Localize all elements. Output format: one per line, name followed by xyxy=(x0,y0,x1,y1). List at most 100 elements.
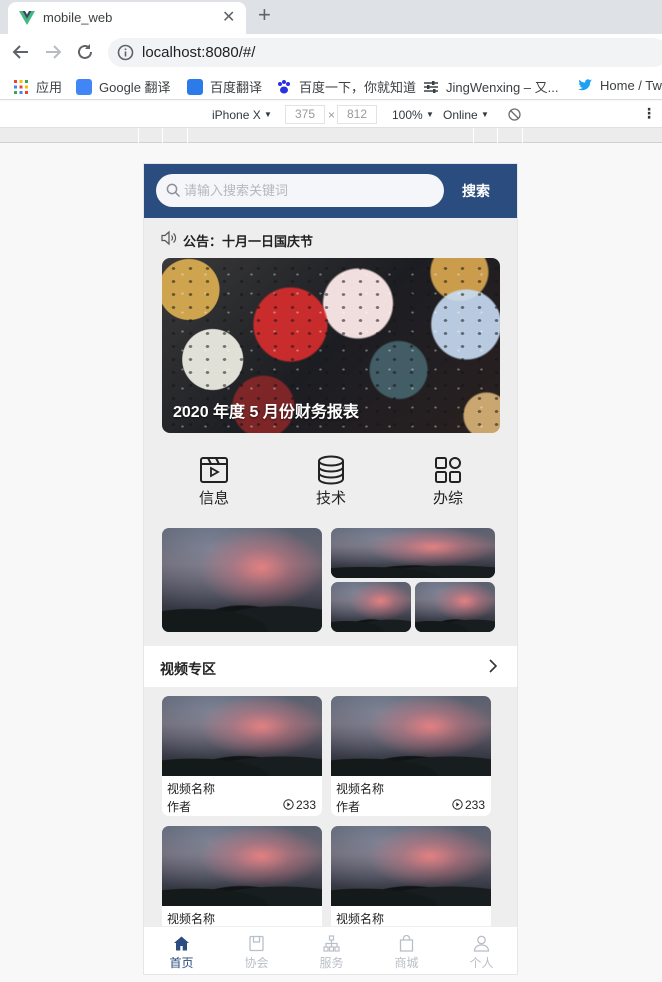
video-name: 视频名称 xyxy=(336,912,385,926)
device-name: iPhone X xyxy=(212,108,261,122)
play-count: 233 xyxy=(283,798,316,812)
tab-profile[interactable]: 个人 xyxy=(444,927,517,974)
search-box[interactable] xyxy=(156,174,444,207)
search-icon xyxy=(166,183,181,198)
category-info[interactable]: 信息 xyxy=(174,450,254,510)
category-office[interactable]: 办综 xyxy=(408,450,488,510)
rotate-icon[interactable] xyxy=(508,108,521,121)
tab-service[interactable]: 服务 xyxy=(294,927,369,974)
browser-toolbar: localhost:8080/#/ xyxy=(0,34,662,70)
tab-label: 协会 xyxy=(244,956,269,970)
tab-mall[interactable]: 商城 xyxy=(369,927,444,974)
video-name: 视频名称 xyxy=(167,782,216,796)
grid-image-wide[interactable] xyxy=(331,528,495,578)
apps-grid-icon xyxy=(14,80,28,94)
close-tab-icon[interactable]: ✕ xyxy=(222,7,235,27)
app-header: 搜索 xyxy=(144,164,517,218)
reload-icon[interactable] xyxy=(74,41,96,63)
baidu-paw-icon xyxy=(278,80,290,94)
video-author: 作者 xyxy=(336,800,361,814)
bookmark-label: 百度一下，你就知道 xyxy=(299,80,417,95)
play-circle-icon xyxy=(452,799,463,810)
video-thumbnail xyxy=(162,826,322,906)
width-input[interactable]: 375 xyxy=(285,105,325,124)
forward-arrow-icon[interactable] xyxy=(42,41,64,63)
bookmark-baidu[interactable]: 百度一下，你就知道 xyxy=(276,77,416,96)
tab-label: 服务 xyxy=(319,956,344,970)
zoom-value: 100% xyxy=(392,108,423,122)
network-select[interactable]: Online ▼ xyxy=(443,108,489,122)
new-tab-icon[interactable]: + xyxy=(258,2,271,28)
video-card[interactable]: 视频名称 作者 233 xyxy=(162,696,322,816)
tab-label: 商城 xyxy=(394,956,419,970)
grid-image-small[interactable] xyxy=(415,582,495,632)
video-section-header[interactable]: 视频专区 xyxy=(144,646,517,687)
user-icon xyxy=(473,935,490,952)
database-icon xyxy=(318,455,344,485)
category-label: 信息 xyxy=(198,490,229,507)
twitter-bird-icon xyxy=(578,79,592,91)
caret-down-icon: ▼ xyxy=(481,110,489,119)
height-input[interactable]: 812 xyxy=(337,105,377,124)
shopping-bag-icon xyxy=(399,935,414,952)
video-thumbnail xyxy=(162,696,322,776)
back-arrow-icon[interactable] xyxy=(10,41,32,63)
device-select[interactable]: iPhone X ▼ xyxy=(212,108,272,122)
play-count-value: 233 xyxy=(464,798,485,812)
film-icon xyxy=(200,457,228,483)
home-icon xyxy=(174,936,189,951)
search-button[interactable]: 搜索 xyxy=(462,181,490,201)
tab-label: 首页 xyxy=(169,956,194,970)
bookmark-apps[interactable]: 应用 xyxy=(13,77,62,96)
search-input[interactable] xyxy=(184,174,434,207)
bookmark-baidu-translate[interactable]: 百度翻译 xyxy=(187,77,262,96)
address-bar[interactable]: localhost:8080/#/ xyxy=(108,38,662,67)
network-value: Online xyxy=(443,108,478,122)
play-circle-icon xyxy=(283,799,294,810)
video-thumbnail xyxy=(331,696,491,776)
bookmark-label: 百度翻译 xyxy=(210,80,263,95)
video-card[interactable]: 视频名称 作者 233 xyxy=(331,696,491,816)
bookmark-google-translate[interactable]: Google 翻译 xyxy=(76,77,171,96)
banner-carousel[interactable]: 2020 年度 5 月份财务报表 xyxy=(162,258,500,433)
bookmark-jingwenxing[interactable]: JingWenxing – 又... xyxy=(423,77,558,96)
url-text: localhost:8080/#/ xyxy=(142,44,256,61)
grid-image-small[interactable] xyxy=(331,582,411,632)
sliders-icon xyxy=(424,81,438,93)
browser-tabstrip: mobile_web ✕ + xyxy=(0,0,662,34)
caret-down-icon: ▼ xyxy=(264,110,272,119)
section-title: 视频专区 xyxy=(160,661,216,677)
play-count: 233 xyxy=(452,798,485,812)
vue-logo-icon xyxy=(19,11,35,25)
chevron-right-icon[interactable] xyxy=(486,659,500,673)
more-options-icon[interactable]: ⋮ xyxy=(642,105,656,122)
video-thumbnail xyxy=(331,826,491,906)
info-icon[interactable] xyxy=(117,44,134,61)
zoom-select[interactable]: 100% ▼ xyxy=(392,108,434,122)
banner-title: 2020 年度 5 月份财务报表 xyxy=(173,404,359,421)
tab-label: 个人 xyxy=(469,956,494,970)
video-name: 视频名称 xyxy=(336,782,385,796)
speaker-icon xyxy=(161,230,177,246)
video-author: 作者 xyxy=(167,800,192,814)
category-tech[interactable]: 技术 xyxy=(291,450,371,510)
bookmarks-bar: 应用 Google 翻译 百度翻译 百度一下，你就知道 JingWenxing … xyxy=(0,70,662,100)
video-name: 视频名称 xyxy=(167,912,216,926)
play-count-value: 233 xyxy=(295,798,316,812)
browser-tab[interactable]: mobile_web ✕ xyxy=(8,2,246,34)
tab-title: mobile_web xyxy=(43,10,113,25)
dimension-separator: × xyxy=(328,108,336,122)
mobile-viewport: 搜索 公告：十月一日国庆节 2020 年度 5 月份财务报表 信息 xyxy=(143,163,518,975)
bottom-tabbar: 首页 协会 服务 商城 个人 xyxy=(144,926,517,974)
bookmark-twitter[interactable]: Home / Tw xyxy=(577,77,662,93)
google-translate-icon xyxy=(76,79,92,95)
media-query-ruler xyxy=(0,128,662,143)
bookmark-label: 应用 xyxy=(36,80,63,95)
baidu-translate-icon xyxy=(187,79,203,95)
tab-association[interactable]: 协会 xyxy=(219,927,294,974)
category-label: 办综 xyxy=(432,490,463,507)
image-grid xyxy=(162,528,496,633)
grid-image-large[interactable] xyxy=(162,528,322,632)
tab-home[interactable]: 首页 xyxy=(144,927,219,974)
association-icon xyxy=(249,935,264,952)
